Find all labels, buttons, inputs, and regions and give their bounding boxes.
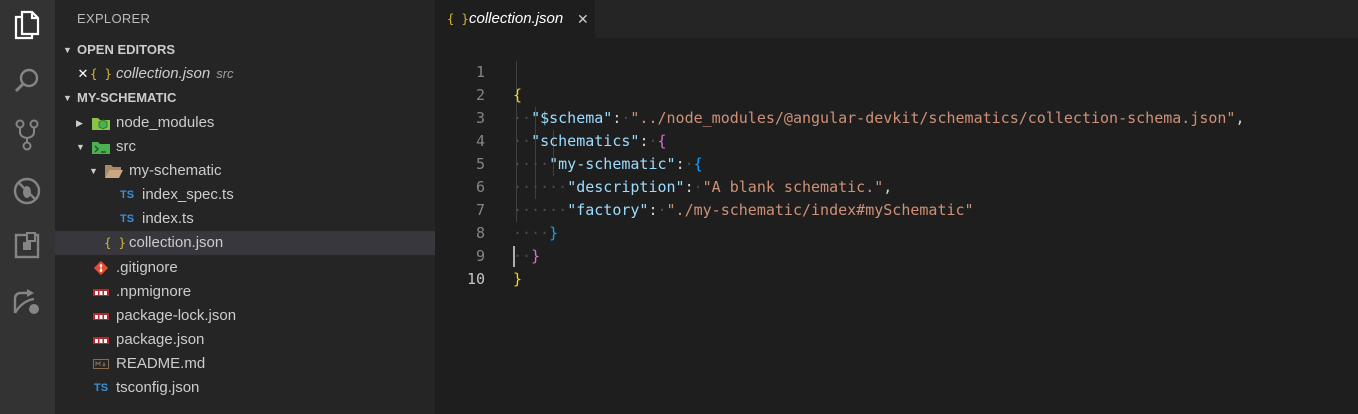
tab-bar: { } collection.json ✕: [435, 0, 1358, 38]
chevron-down-icon: ▼: [89, 166, 98, 176]
file-name: my-schematic: [129, 162, 222, 179]
code-editor[interactable]: 1 { 2 ··"$schema":·"../node_modules/@ang…: [435, 38, 1358, 288]
editor-area: { } collection.json ✕ 1 { 2 ··"$schema":…: [435, 0, 1358, 414]
tree-item-package-json[interactable]: package.json: [55, 328, 435, 352]
file-name: .gitignore: [116, 259, 178, 276]
tab-collection-json[interactable]: { } collection.json ✕: [435, 0, 595, 38]
project-header[interactable]: ▼ MY-SCHEMATIC: [55, 86, 435, 110]
explorer-sidebar: EXPLORER ▼ OPEN EDITORS ✕ { } collection…: [55, 0, 435, 414]
code-line-9: 9 }: [435, 222, 1358, 288]
tree-item-index-ts[interactable]: TS index.ts: [55, 207, 435, 231]
tree-item-readme-md[interactable]: README.md: [55, 352, 435, 376]
explorer-title: EXPLORER: [77, 11, 151, 26]
file-name: .npmignore: [116, 283, 192, 300]
tree-item-index-spec-ts[interactable]: TS index_spec.ts: [55, 183, 435, 207]
code-line-7: 7 ····}: [435, 176, 1358, 242]
typescript-file-icon: TS: [119, 189, 135, 201]
explorer-icon[interactable]: [10, 8, 44, 42]
open-editor-filename: collection.json: [116, 65, 211, 82]
tree-item-npmignore[interactable]: .npmignore: [55, 280, 435, 304]
json-file-icon: { }: [447, 12, 469, 26]
tree-item-tsconfig-json[interactable]: TS tsconfig.json: [55, 376, 435, 400]
debug-icon[interactable]: [10, 174, 44, 208]
open-editor-item[interactable]: ✕ { } collection.json src: [55, 62, 435, 86]
code-line-8: 8 ··}: [435, 199, 1358, 265]
project-label: MY-SCHEMATIC: [77, 90, 177, 105]
open-editors-label: OPEN EDITORS: [77, 42, 176, 57]
code-line-6: 6 ······"factory":·"./my-schematic/index…: [435, 153, 1358, 219]
text-cursor: [513, 246, 515, 267]
npm-icon: [92, 280, 110, 304]
npm-icon: [92, 328, 110, 352]
tab-label: collection.json: [469, 10, 564, 27]
tree-item-package-lock-json[interactable]: package-lock.json: [55, 304, 435, 328]
file-name: package-lock.json: [116, 307, 237, 324]
file-name: package.json: [116, 331, 205, 348]
json-file-icon: { }: [90, 67, 112, 81]
open-editors-header[interactable]: ▼ OPEN EDITORS: [55, 38, 435, 62]
git-icon: [92, 256, 110, 280]
tree-item-src[interactable]: ▼ src: [55, 135, 435, 159]
tree-item-node-modules[interactable]: ▶ node_modules: [55, 111, 435, 135]
line-number: 10: [466, 270, 485, 288]
typescript-config-icon: TS: [93, 382, 109, 394]
code-line-3: 3 ··"schematics":·{: [435, 84, 1358, 150]
file-name: index.ts: [142, 210, 194, 227]
close-icon[interactable]: ✕: [577, 0, 589, 38]
tree-item-my-schematic[interactable]: ▼ my-schematic: [55, 159, 435, 183]
code-line-2: 2 ··"$schema":·"../node_modules/@angular…: [435, 61, 1358, 127]
tree-item-gitignore[interactable]: .gitignore: [55, 256, 435, 280]
open-editor-folder-hint: src: [216, 66, 234, 81]
chevron-down-icon: ▼: [76, 142, 85, 152]
tree-item-collection-json[interactable]: { } collection.json: [55, 231, 435, 255]
code-line-1: 1 {: [435, 38, 1358, 104]
close-icon[interactable]: ✕: [77, 62, 89, 86]
node-folder-icon: [92, 111, 110, 135]
chevron-down-icon: ▼: [63, 93, 72, 103]
code-line-5: 5 ······"description":·"A blank schemati…: [435, 130, 1358, 196]
folder-open-icon: [105, 159, 123, 183]
file-name: index_spec.ts: [142, 186, 234, 203]
markdown-icon: [92, 352, 110, 376]
activity-bar: [0, 0, 55, 414]
file-name: collection.json: [129, 234, 224, 251]
json-file-icon: { }: [104, 236, 126, 250]
remote-icon[interactable]: [10, 285, 44, 319]
file-name: src: [116, 138, 136, 155]
file-name: tsconfig.json: [116, 379, 200, 396]
file-name: README.md: [116, 355, 206, 372]
source-control-icon[interactable]: [10, 118, 44, 152]
code-line-4: 4 ····"my-schematic":·{: [435, 107, 1358, 173]
file-name: node_modules: [116, 114, 215, 131]
typescript-file-icon: TS: [119, 213, 135, 225]
code-token: }: [513, 270, 523, 288]
chevron-right-icon: ▶: [76, 118, 83, 128]
npm-icon: [92, 304, 110, 328]
chevron-down-icon: ▼: [63, 45, 72, 55]
code-line-10: 10: [435, 245, 1358, 288]
src-folder-icon: [92, 135, 110, 159]
search-icon[interactable]: [10, 64, 44, 98]
extensions-icon[interactable]: [10, 229, 44, 263]
